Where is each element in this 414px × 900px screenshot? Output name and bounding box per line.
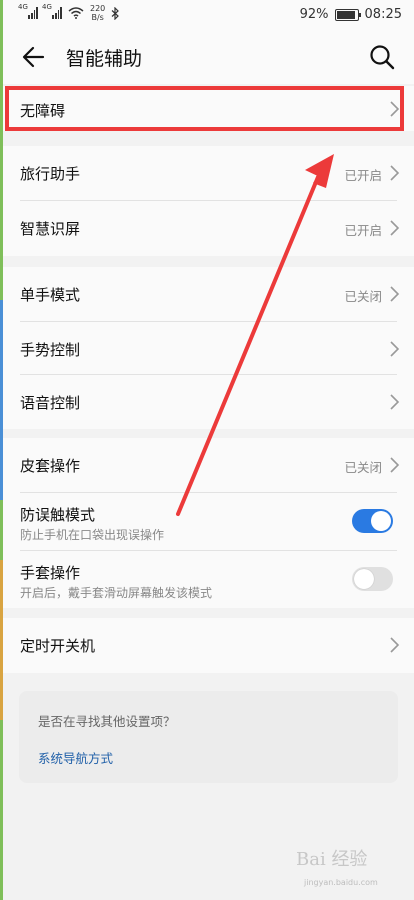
row-label: 防误触模式 [20, 506, 96, 524]
row-travel-assistant[interactable]: 旅行助手 已开启 [3, 146, 414, 201]
row-cover-operation[interactable]: 皮套操作 已关闭 [3, 438, 414, 493]
chevron-right-icon [390, 637, 400, 653]
battery-percent: 92% [299, 7, 329, 22]
row-label: 手套操作 [20, 564, 81, 582]
chevron-right-icon [390, 220, 400, 236]
page-title: 智能辅助 [66, 48, 143, 70]
status-right: 92% 08:25 [300, 7, 402, 22]
network-speed-unit: B/s [91, 13, 104, 22]
group-protection: 皮套操作 已关闭 防误触模式 防止手机在口袋出现误操作 手套操作 开启后，戴手套… [3, 438, 414, 608]
watermark-logo: Bai 经验 [296, 849, 368, 870]
group-power: 定时开关机 [3, 618, 414, 673]
group-accessibility: 无障碍 [3, 86, 414, 131]
row-label: 旅行助手 [20, 165, 81, 183]
network-speed: 220 B/s [90, 4, 105, 22]
row-label: 无障碍 [20, 102, 66, 120]
row-accessibility[interactable]: 无障碍 [3, 86, 414, 131]
wifi-icon [68, 7, 84, 19]
chevron-right-icon [390, 101, 400, 117]
network-type-label: 4G [18, 3, 28, 11]
row-scheduled-power[interactable]: 定时开关机 [3, 618, 414, 673]
row-status: 已开启 [344, 223, 382, 238]
row-mistouch-mode: 防误触模式 防止手机在口袋出现误操作 [3, 493, 414, 551]
row-label: 语音控制 [20, 394, 81, 412]
group-control: 单手模式 已关闭 手势控制 语音控制 [3, 267, 414, 429]
row-voice-control[interactable]: 语音控制 [3, 375, 414, 429]
row-label: 定时开关机 [20, 637, 96, 655]
row-description: 防止手机在口袋出现误操作 [20, 528, 165, 542]
chevron-right-icon [390, 286, 400, 302]
back-arrow-icon[interactable] [21, 44, 47, 70]
row-label: 皮套操作 [20, 457, 81, 475]
status-left: 4G 4G 220 B/s [18, 3, 120, 22]
chevron-right-icon [390, 394, 400, 410]
group-assist: 旅行助手 已开启 智慧识屏 已开启 [3, 146, 414, 256]
row-one-hand-mode[interactable]: 单手模式 已关闭 [3, 267, 414, 322]
row-label: 智慧识屏 [20, 220, 81, 238]
status-bar: 4G 4G 220 B/s 92% 08:25 [3, 0, 414, 30]
row-smart-screen[interactable]: 智慧识屏 已开启 [3, 201, 414, 256]
row-label: 单手模式 [20, 286, 81, 304]
network-speed-value: 220 [90, 4, 106, 13]
row-status: 已关闭 [344, 289, 382, 304]
glove-toggle[interactable] [352, 567, 393, 591]
bluetooth-icon [111, 6, 120, 20]
search-icon[interactable] [368, 43, 396, 71]
suggestion-question: 是否在寻找其他设置项？ [38, 714, 176, 729]
clock: 08:25 [364, 7, 402, 22]
row-status: 已关闭 [344, 460, 382, 475]
app-header: 智能辅助 [3, 30, 414, 84]
cell-signal-icon-2: 4G [42, 3, 62, 19]
row-description: 开启后，戴手套滑动屏幕触发该模式 [20, 586, 213, 600]
watermark-site: jingyan.baidu.com [304, 878, 378, 887]
row-status: 已开启 [344, 168, 382, 183]
cell-signal-icon: 4G [18, 3, 38, 19]
row-label: 手势控制 [20, 341, 81, 359]
mistouch-toggle[interactable] [352, 509, 393, 533]
battery-icon [334, 8, 361, 21]
chevron-right-icon [390, 341, 400, 357]
chevron-right-icon [390, 165, 400, 181]
row-glove-operation: 手套操作 开启后，戴手套滑动屏幕触发该模式 [3, 551, 414, 609]
system-navigation-link[interactable]: 系统导航方式 [38, 748, 113, 767]
chevron-right-icon [390, 457, 400, 473]
network-type-label-2: 4G [42, 3, 52, 11]
row-gesture-control[interactable]: 手势控制 [3, 322, 414, 375]
suggestion-card: 是否在寻找其他设置项？ 系统导航方式 [19, 691, 398, 783]
